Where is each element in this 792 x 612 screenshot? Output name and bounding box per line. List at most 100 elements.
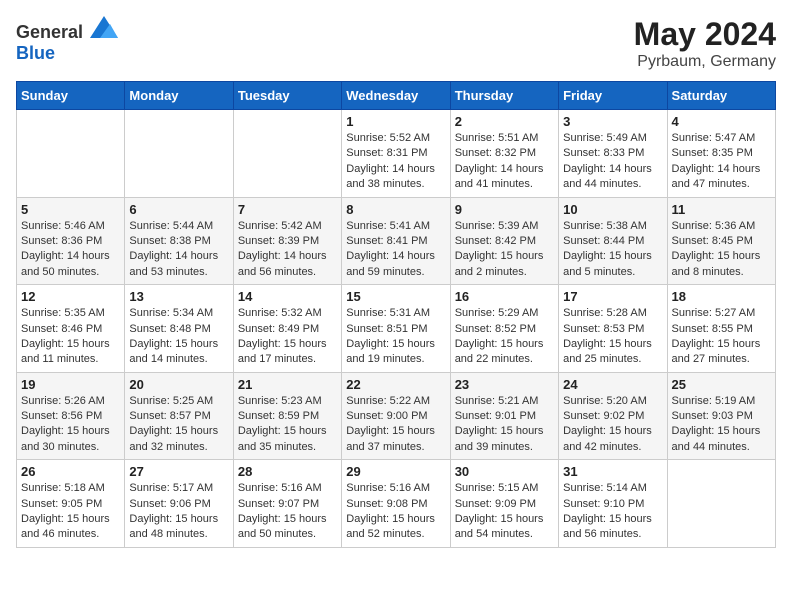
calendar-cell: 2Sunrise: 5:51 AMSunset: 8:32 PMDaylight… [450,110,558,198]
calendar-cell: 14 Sunrise: 5:32 AMSunset: 8:49 PMDayligh… [233,285,341,373]
day-info: Sunrise: 5:32 AMSunset: 8:49 PMDaylight:… [238,306,337,368]
day-info: Sunrise: 5:22 AMSunset: 9:00 PMDaylight:… [346,394,445,456]
day-number: 18 [672,289,771,304]
calendar-cell [125,110,233,198]
calendar-week-row: 26 Sunrise: 5:18 AMSunset: 9:05 PMDayligh… [17,460,776,548]
page-header: General Blue May 2024 Pyrbaum, Germany [16,16,776,71]
day-number: 21 [238,377,337,392]
day-number: 16 [455,289,554,304]
day-info: Sunrise: 5:15 AMSunset: 9:09 PMDaylight:… [455,481,554,543]
day-number: 4 [672,114,771,129]
calendar-cell: 28 Sunrise: 5:16 AMSunset: 9:07 PMDayligh… [233,460,341,548]
calendar-cell: 12Sunrise: 5:35 AMSunset: 8:46 PMDayligh… [17,285,125,373]
calendar-cell: 13 Sunrise: 5:34 AMSunset: 8:48 PMDayligh… [125,285,233,373]
day-number: 10 [563,202,662,217]
calendar-week-row: 5 Sunrise: 5:46 AMSunset: 8:36 PMDaylight… [17,197,776,285]
calendar-header-row: SundayMondayTuesdayWednesdayThursdayFrid… [17,82,776,110]
day-number: 25 [672,377,771,392]
day-number: 17 [563,289,662,304]
title-block: May 2024 Pyrbaum, Germany [634,16,776,71]
day-number: 6 [129,202,228,217]
day-info: Sunrise: 5:31 AMSunset: 8:51 PMDaylight:… [346,306,445,368]
day-info: Sunrise: 5:23 AMSunset: 8:59 PMDaylight:… [238,394,337,456]
day-number: 26 [21,464,120,479]
day-number: 12 [21,289,120,304]
day-number: 9 [455,202,554,217]
day-info: Sunrise: 5:25 AMSunset: 8:57 PMDaylight:… [129,394,228,456]
logo-text: General Blue [16,16,118,64]
day-number: 31 [563,464,662,479]
day-number: 1 [346,114,445,129]
day-number: 30 [455,464,554,479]
calendar-cell: 15 Sunrise: 5:31 AMSunset: 8:51 PMDayligh… [342,285,450,373]
day-info: Sunrise: 5:16 AMSunset: 9:07 PMDaylight:… [238,481,337,543]
calendar-cell: 25 Sunrise: 5:19 AMSunset: 9:03 PMDayligh… [667,372,775,460]
logo-general: General [16,22,83,42]
calendar-cell: 8Sunrise: 5:41 AMSunset: 8:41 PMDaylight… [342,197,450,285]
logo-blue: Blue [16,43,55,63]
day-number: 20 [129,377,228,392]
day-number: 24 [563,377,662,392]
calendar-cell [17,110,125,198]
calendar-week-row: 1 Sunrise: 5:52 AMSunset: 8:31 PMDaylight… [17,110,776,198]
column-header-saturday: Saturday [667,82,775,110]
day-number: 28 [238,464,337,479]
day-info: Sunrise: 5:26 AMSunset: 8:56 PMDaylight:… [21,394,120,456]
day-info: Sunrise: 5:17 AMSunset: 9:06 PMDaylight:… [129,481,228,543]
day-number: 13 [129,289,228,304]
day-info: Sunrise: 5:27 AMSunset: 8:55 PMDaylight:… [672,306,771,368]
calendar-week-row: 19Sunrise: 5:26 AMSunset: 8:56 PMDayligh… [17,372,776,460]
day-number: 29 [346,464,445,479]
day-number: 15 [346,289,445,304]
calendar-cell: 7Sunrise: 5:42 AMSunset: 8:39 PMDaylight… [233,197,341,285]
calendar-week-row: 12Sunrise: 5:35 AMSunset: 8:46 PMDayligh… [17,285,776,373]
day-info: Sunrise: 5:21 AMSunset: 9:01 PMDaylight:… [455,394,554,456]
calendar-cell: 19Sunrise: 5:26 AMSunset: 8:56 PMDayligh… [17,372,125,460]
day-info: Sunrise: 5:39 AMSunset: 8:42 PMDaylight:… [455,219,554,281]
column-header-wednesday: Wednesday [342,82,450,110]
calendar-cell: 17Sunrise: 5:28 AMSunset: 8:53 PMDayligh… [559,285,667,373]
day-info: Sunrise: 5:19 AMSunset: 9:03 PMDaylight:… [672,394,771,456]
column-header-monday: Monday [125,82,233,110]
day-info: Sunrise: 5:36 AMSunset: 8:45 PMDaylight:… [672,219,771,281]
logo-icon [90,16,118,38]
day-info: Sunrise: 5:49 AMSunset: 8:33 PMDaylight:… [563,131,662,193]
day-number: 23 [455,377,554,392]
location-title: Pyrbaum, Germany [634,53,776,71]
month-title: May 2024 [634,16,776,53]
day-info: Sunrise: 5:29 AMSunset: 8:52 PMDaylight:… [455,306,554,368]
calendar-cell: 31Sunrise: 5:14 AMSunset: 9:10 PMDayligh… [559,460,667,548]
column-header-tuesday: Tuesday [233,82,341,110]
column-header-thursday: Thursday [450,82,558,110]
day-info: Sunrise: 5:47 AMSunset: 8:35 PMDaylight:… [672,131,771,193]
column-header-sunday: Sunday [17,82,125,110]
day-number: 14 [238,289,337,304]
calendar-table: SundayMondayTuesdayWednesdayThursdayFrid… [16,81,776,548]
calendar-cell: 30 Sunrise: 5:15 AMSunset: 9:09 PMDayligh… [450,460,558,548]
calendar-cell: 10 Sunrise: 5:38 AMSunset: 8:44 PMDayligh… [559,197,667,285]
day-info: Sunrise: 5:18 AMSunset: 9:05 PMDaylight:… [21,481,120,543]
calendar-cell: 4 Sunrise: 5:47 AMSunset: 8:35 PMDaylight… [667,110,775,198]
day-info: Sunrise: 5:51 AMSunset: 8:32 PMDaylight:… [455,131,554,193]
calendar-cell: 3 Sunrise: 5:49 AMSunset: 8:33 PMDaylight… [559,110,667,198]
calendar-cell: 21 Sunrise: 5:23 AMSunset: 8:59 PMDayligh… [233,372,341,460]
calendar-cell: 18 Sunrise: 5:27 AMSunset: 8:55 PMDayligh… [667,285,775,373]
calendar-cell [233,110,341,198]
day-number: 5 [21,202,120,217]
day-number: 11 [672,202,771,217]
day-number: 7 [238,202,337,217]
day-number: 3 [563,114,662,129]
calendar-cell: 26 Sunrise: 5:18 AMSunset: 9:05 PMDayligh… [17,460,125,548]
calendar-cell: 22Sunrise: 5:22 AMSunset: 9:00 PMDayligh… [342,372,450,460]
day-info: Sunrise: 5:38 AMSunset: 8:44 PMDaylight:… [563,219,662,281]
calendar-cell [667,460,775,548]
day-info: Sunrise: 5:46 AMSunset: 8:36 PMDaylight:… [21,219,120,281]
day-info: Sunrise: 5:44 AMSunset: 8:38 PMDaylight:… [129,219,228,281]
calendar-cell: 9 Sunrise: 5:39 AMSunset: 8:42 PMDaylight… [450,197,558,285]
day-info: Sunrise: 5:34 AMSunset: 8:48 PMDaylight:… [129,306,228,368]
calendar-cell: 11 Sunrise: 5:36 AMSunset: 8:45 PMDayligh… [667,197,775,285]
day-info: Sunrise: 5:52 AMSunset: 8:31 PMDaylight:… [346,131,445,193]
calendar-cell: 27Sunrise: 5:17 AMSunset: 9:06 PMDayligh… [125,460,233,548]
calendar-cell: 23 Sunrise: 5:21 AMSunset: 9:01 PMDayligh… [450,372,558,460]
calendar-cell: 16 Sunrise: 5:29 AMSunset: 8:52 PMDayligh… [450,285,558,373]
